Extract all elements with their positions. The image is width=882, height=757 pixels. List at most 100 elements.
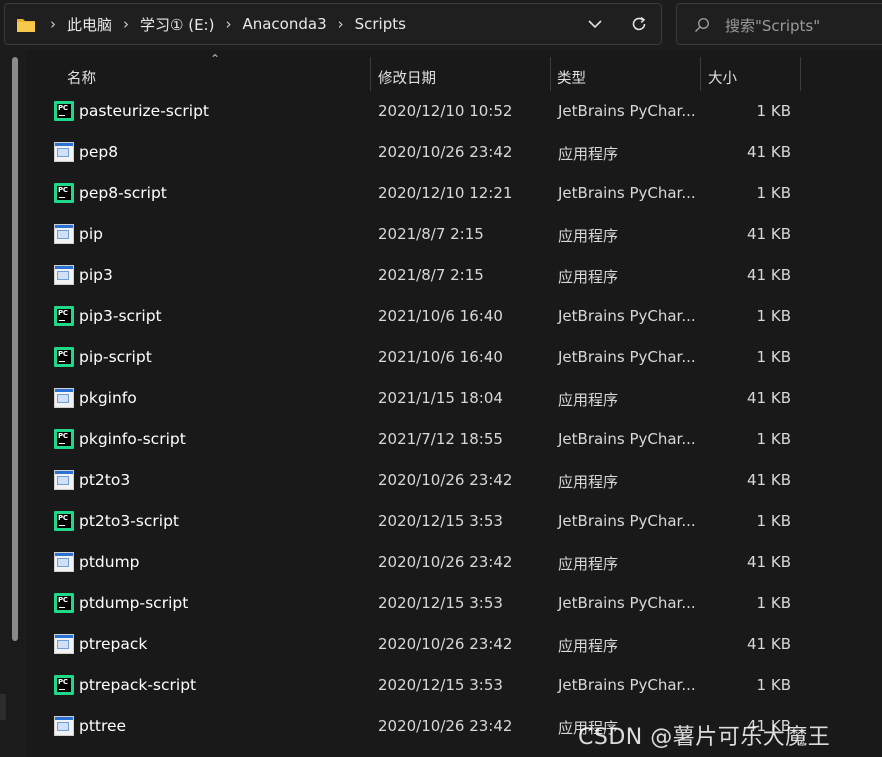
exe-icon (54, 224, 74, 244)
column-header-row: ⌃ 名称 修改日期 类型 大小 (26, 52, 882, 93)
pycharm-icon: PC (54, 675, 74, 695)
column-divider[interactable] (370, 57, 371, 91)
file-type: 应用程序 (558, 268, 619, 286)
file-row[interactable]: PC pt2to3-script 2020/12/15 3:53 JetBrains … (26, 501, 882, 542)
file-row[interactable]: ptrepack 2020/10/26 23:42 应用程序 41 KB (26, 624, 882, 665)
file-modified: 2020/12/10 12:21 (378, 184, 513, 202)
file-type: JetBrains PyChar... (558, 594, 696, 612)
breadcrumb-anaconda3[interactable]: Anaconda3 (238, 15, 330, 33)
breadcrumb-this-pc[interactable]: 此电脑 (63, 14, 116, 35)
folder-icon (17, 19, 35, 32)
file-type: JetBrains PyChar... (558, 676, 696, 694)
file-size: 1 KB (756, 676, 791, 694)
file-size: 1 KB (756, 102, 791, 120)
column-header-size[interactable]: 大小 (708, 67, 737, 88)
watermark: CSDN @薯片可乐大魔王 (578, 725, 831, 750)
pycharm-icon: PC (54, 429, 74, 449)
file-modified: 2020/12/10 10:52 (378, 102, 513, 120)
file-size: 1 KB (756, 184, 791, 202)
file-type: JetBrains PyChar... (558, 184, 696, 202)
file-modified: 2020/10/26 23:42 (378, 143, 513, 161)
file-type: JetBrains PyChar... (558, 307, 696, 325)
file-row[interactable]: PC pkginfo-script 2021/7/12 18:55 JetBrains… (26, 419, 882, 460)
search-box[interactable]: 搜索"Scripts" (676, 3, 882, 45)
file-row[interactable]: PC pip3-script 2021/10/6 16:40 JetBrains Py… (26, 296, 882, 337)
file-type: 应用程序 (558, 391, 619, 409)
search-icon (694, 17, 710, 33)
file-row[interactable]: pkginfo 2021/1/15 18:04 应用程序 41 KB (26, 378, 882, 419)
file-name: ptrepack (79, 635, 148, 653)
file-row[interactable]: ptdump 2020/10/26 23:42 应用程序 41 KB (26, 542, 882, 583)
file-modified: 2020/10/26 23:42 (378, 635, 513, 653)
file-type: JetBrains PyChar... (558, 102, 696, 120)
file-size: 1 KB (756, 594, 791, 612)
nav-pane-edge (0, 694, 6, 720)
file-row[interactable]: pip 2021/8/7 2:15 应用程序 41 KB (26, 214, 882, 255)
file-type: JetBrains PyChar... (558, 430, 696, 448)
file-name: pttree (79, 717, 127, 735)
file-row[interactable]: PC ptrepack-script 2020/12/15 3:53 JetBrain… (26, 665, 882, 706)
file-type: 应用程序 (558, 473, 619, 491)
file-name: pip (79, 225, 103, 243)
exe-icon (54, 388, 74, 408)
breadcrumb-scripts[interactable]: Scripts (351, 15, 410, 33)
chevron-right-icon[interactable]: › (43, 15, 63, 33)
file-name: pt2to3 (79, 471, 131, 489)
exe-icon (54, 552, 74, 572)
file-size: 1 KB (756, 307, 791, 325)
file-row[interactable]: pip3 2021/8/7 2:15 应用程序 41 KB (26, 255, 882, 296)
chevron-right-icon[interactable]: › (331, 15, 351, 33)
column-divider[interactable] (700, 57, 701, 91)
column-divider[interactable] (550, 57, 551, 91)
file-size: 41 KB (747, 266, 791, 284)
file-size: 41 KB (747, 225, 791, 243)
refresh-icon[interactable] (630, 15, 648, 33)
file-name: ptdump-script (79, 594, 189, 612)
file-modified: 2021/8/7 2:15 (378, 266, 484, 284)
column-header-name[interactable]: 名称 (67, 67, 96, 88)
file-name: pep8-script (79, 184, 167, 202)
file-size: 1 KB (756, 430, 791, 448)
chevron-right-icon[interactable]: › (116, 15, 136, 33)
file-row[interactable]: PC pip-script 2021/10/6 16:40 JetBrains PyC… (26, 337, 882, 378)
exe-icon (54, 142, 74, 162)
file-row[interactable]: PC ptdump-script 2020/12/15 3:53 JetBrains … (26, 583, 882, 624)
file-modified: 2021/1/15 18:04 (378, 389, 503, 407)
column-header-type[interactable]: 类型 (557, 67, 586, 88)
breadcrumb: › 此电脑 › 学习① (E:) › Anaconda3 › Scripts (43, 4, 410, 44)
exe-icon (54, 716, 74, 736)
file-modified: 2021/10/6 16:40 (378, 307, 503, 325)
exe-icon (54, 265, 74, 285)
pycharm-icon: PC (54, 183, 74, 203)
pycharm-icon: PC (54, 306, 74, 326)
file-size: 1 KB (756, 348, 791, 366)
file-name: pip-script (79, 348, 152, 366)
file-row[interactable]: pep8 2020/10/26 23:42 应用程序 41 KB (26, 132, 882, 173)
breadcrumb-drive-e[interactable]: 学习① (E:) (136, 14, 218, 35)
exe-icon (54, 470, 74, 490)
sort-ascending-icon: ⌃ (210, 52, 221, 66)
file-name: pt2to3-script (79, 512, 179, 530)
pycharm-icon: PC (54, 511, 74, 531)
chevron-right-icon[interactable]: › (218, 15, 238, 33)
column-divider[interactable] (800, 57, 801, 91)
file-row[interactable]: PC pep8-script 2020/12/10 12:21 JetBrains P… (26, 173, 882, 214)
file-name: pkginfo (79, 389, 137, 407)
search-placeholder: 搜索"Scripts" (725, 17, 821, 35)
file-name: pip3 (79, 266, 113, 284)
nav-scrollbar[interactable] (12, 57, 18, 641)
chevron-down-icon[interactable] (587, 16, 603, 32)
file-modified: 2021/10/6 16:40 (378, 348, 503, 366)
column-header-modified[interactable]: 修改日期 (378, 67, 436, 88)
file-row[interactable]: PC pasteurize-script 2020/12/10 10:52 JetBr… (26, 91, 882, 132)
file-type: JetBrains PyChar... (558, 348, 696, 366)
file-type: 应用程序 (558, 145, 619, 163)
file-type: 应用程序 (558, 227, 619, 245)
file-row[interactable]: pt2to3 2020/10/26 23:42 应用程序 41 KB (26, 460, 882, 501)
address-bar[interactable]: › 此电脑 › 学习① (E:) › Anaconda3 › Scripts (4, 3, 662, 45)
file-modified: 2021/8/7 2:15 (378, 225, 484, 243)
file-size: 1 KB (756, 512, 791, 530)
file-name: pip3-script (79, 307, 162, 325)
file-type: JetBrains PyChar... (558, 512, 696, 530)
file-modified: 2020/12/15 3:53 (378, 594, 503, 612)
